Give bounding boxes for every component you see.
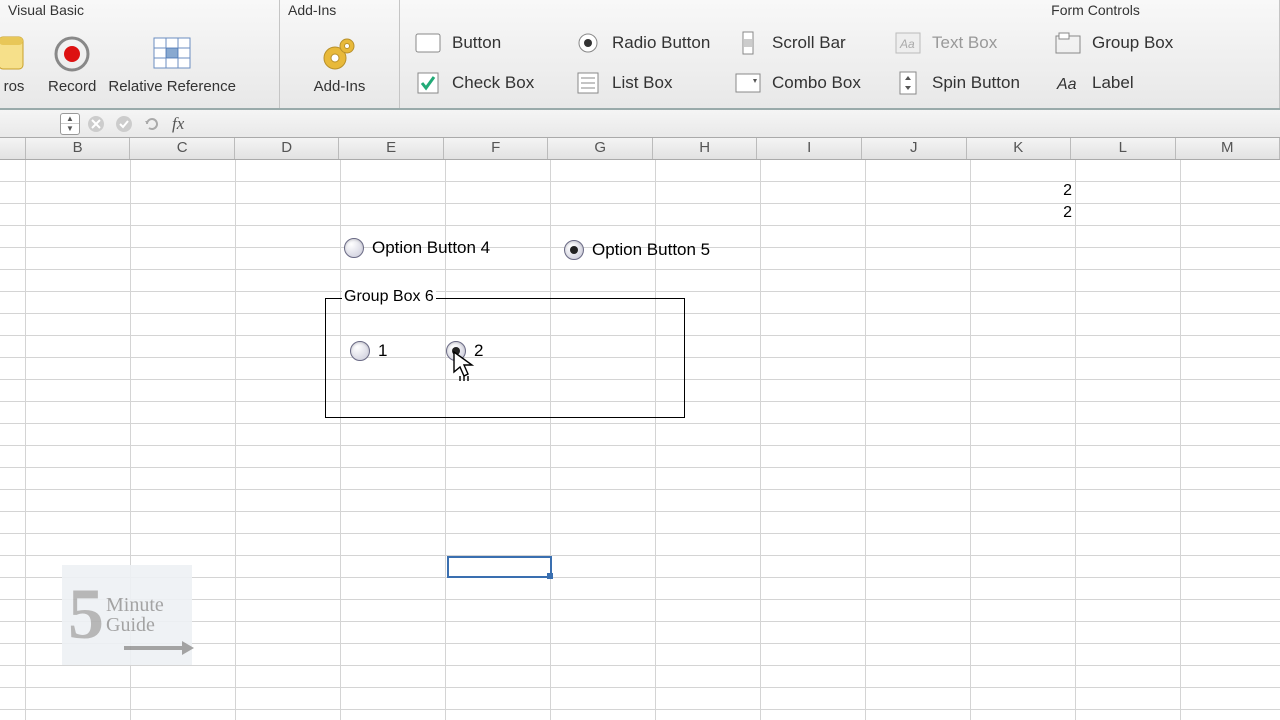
- stepper-up-icon[interactable]: ▲: [61, 114, 79, 124]
- listbox-icon: [574, 69, 602, 97]
- col-header[interactable]: K: [967, 138, 1072, 159]
- ribbon-group-form-controls: Form Controls Button Check Box Radio: [400, 0, 1280, 108]
- insert-scrollbar-control[interactable]: Scroll Bar: [730, 27, 880, 59]
- col-header[interactable]: C: [130, 138, 235, 159]
- column-headers: B C D E F G H I J K L M: [0, 138, 1280, 160]
- insert-groupbox-control[interactable]: Group Box: [1050, 27, 1200, 59]
- row-stepper[interactable]: ▲ ▼: [60, 113, 80, 135]
- groupbox-icon: [1054, 29, 1082, 57]
- watermark-number: 5: [68, 586, 104, 644]
- svg-text:Aa: Aa: [899, 37, 915, 51]
- arrow-right-icon: [124, 639, 194, 657]
- cell-K2[interactable]: 2: [971, 182, 1076, 200]
- insert-textbox-control[interactable]: Aa Text Box: [890, 27, 1040, 59]
- combobox-icon: [734, 69, 762, 97]
- watermark-line1: Minute: [106, 595, 164, 615]
- checkmark-icon: [115, 115, 133, 133]
- col-header[interactable]: J: [862, 138, 967, 159]
- textbox-icon: Aa: [894, 29, 922, 57]
- ribbon-group-addins: Add-Ins Add-Ins: [280, 0, 400, 108]
- radio-icon: [350, 341, 370, 361]
- col-header[interactable]: B: [26, 138, 131, 159]
- insert-checkbox-control[interactable]: Check Box: [410, 67, 560, 99]
- radio-icon: [564, 240, 584, 260]
- cell-K3[interactable]: 2: [971, 204, 1076, 222]
- option-label: 2: [474, 341, 483, 361]
- undo-arrow-icon: [143, 115, 161, 133]
- ribbon: Visual Basic ros Record: [0, 0, 1280, 110]
- col-header[interactable]: F: [444, 138, 549, 159]
- svg-text:Aa: Aa: [1056, 76, 1077, 93]
- accept-formula-button[interactable]: [112, 112, 136, 136]
- spinbutton-icon: [894, 69, 922, 97]
- cancel-icon: [87, 115, 105, 133]
- addins-button[interactable]: Add-Ins: [310, 30, 370, 97]
- formula-input[interactable]: [188, 110, 1280, 137]
- active-cell-selection: [447, 556, 552, 578]
- insert-combobox-control[interactable]: Combo Box: [730, 67, 880, 99]
- checkbox-icon: [414, 69, 442, 97]
- watermark-line2: Guide: [106, 615, 164, 635]
- radio-icon: [344, 238, 364, 258]
- formula-history-button[interactable]: [140, 112, 164, 136]
- groupbox-label: Group Box 6: [342, 288, 436, 306]
- col-header[interactable]: G: [548, 138, 653, 159]
- insert-label-control[interactable]: Aa Label: [1050, 67, 1200, 99]
- option-button-5[interactable]: Option Button 5: [564, 240, 710, 260]
- watermark-logo: 5 Minute Guide: [62, 565, 192, 665]
- option-label: Option Button 4: [372, 238, 490, 258]
- ribbon-group-title-formcontrols: Form Controls: [400, 0, 1279, 22]
- col-header[interactable]: I: [757, 138, 862, 159]
- spreadsheet-grid[interactable]: 2 2 Option Button 4 Option Button 5 Grou…: [0, 160, 1280, 720]
- scrollbar-icon: [734, 29, 762, 57]
- insert-spinbutton-control[interactable]: Spin Button: [890, 67, 1040, 99]
- option-button-1[interactable]: 1: [350, 341, 387, 361]
- record-icon: [50, 32, 94, 76]
- option-button-2[interactable]: 2: [446, 341, 483, 361]
- stepper-down-icon[interactable]: ▼: [61, 123, 79, 134]
- col-header[interactable]: L: [1071, 138, 1176, 159]
- option-button-4[interactable]: Option Button 4: [344, 238, 490, 258]
- formula-bar: ▲ ▼ fx: [0, 110, 1280, 138]
- radio-icon: [574, 29, 602, 57]
- insert-radio-control[interactable]: Radio Button: [570, 27, 720, 59]
- col-header[interactable]: D: [235, 138, 340, 159]
- option-label: 1: [378, 341, 387, 361]
- button-icon: [414, 29, 442, 57]
- gear-icon: [317, 32, 361, 76]
- rowcol-corner[interactable]: [0, 138, 26, 159]
- macros-button[interactable]: ros: [0, 30, 40, 97]
- ribbon-group-title-vb: Visual Basic: [0, 0, 279, 22]
- col-header[interactable]: M: [1176, 138, 1280, 159]
- col-header[interactable]: E: [339, 138, 444, 159]
- grid-selection-icon: [150, 32, 194, 76]
- fx-label[interactable]: fx: [172, 114, 184, 134]
- record-button[interactable]: Record: [44, 30, 100, 97]
- cancel-formula-button[interactable]: [84, 112, 108, 136]
- relative-reference-button[interactable]: Relative Reference: [104, 30, 240, 97]
- ribbon-group-visual-basic: Visual Basic ros Record: [0, 0, 280, 108]
- insert-button-control[interactable]: Button: [410, 27, 560, 59]
- col-header[interactable]: H: [653, 138, 758, 159]
- ribbon-group-title-addins: Add-Ins: [280, 0, 399, 22]
- radio-icon: [446, 341, 466, 361]
- option-label: Option Button 5: [592, 240, 710, 260]
- group-box-6[interactable]: Group Box 6 1 2: [325, 298, 685, 418]
- label-icon: Aa: [1054, 69, 1082, 97]
- scroll-icon: [0, 32, 36, 76]
- insert-listbox-control[interactable]: List Box: [570, 67, 720, 99]
